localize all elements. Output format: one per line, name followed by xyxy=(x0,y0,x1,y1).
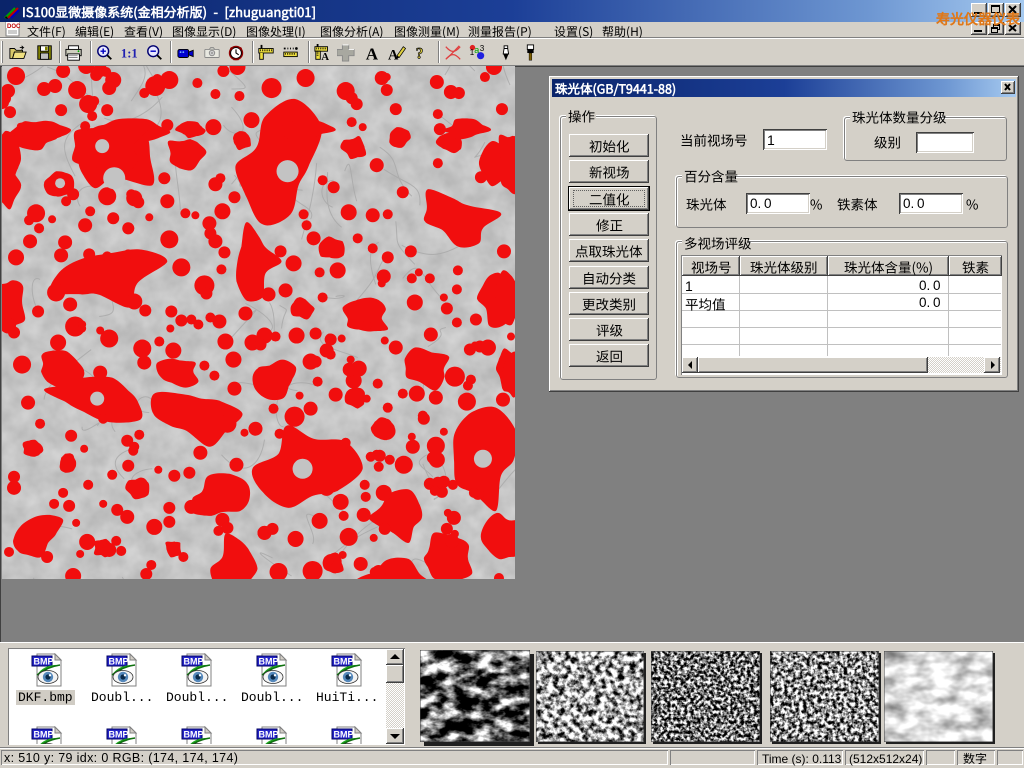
svg-text:BMP: BMP xyxy=(259,730,279,740)
svg-text:BMP: BMP xyxy=(334,657,354,667)
svg-text:BMP: BMP xyxy=(334,730,354,740)
svg-text:BMP: BMP xyxy=(34,730,54,740)
svg-text:BMP: BMP xyxy=(184,657,204,667)
svg-text:A: A xyxy=(366,44,379,62)
svg-text:DOC: DOC xyxy=(7,24,21,30)
svg-text:3: 3 xyxy=(480,44,485,53)
svg-text:?: ? xyxy=(416,45,424,62)
svg-text:BMP: BMP xyxy=(109,730,129,740)
svg-text:BMP: BMP xyxy=(259,657,279,667)
svg-text:1:1: 1:1 xyxy=(121,47,138,61)
svg-text:A: A xyxy=(321,51,329,62)
svg-text:BMP: BMP xyxy=(34,657,54,667)
svg-text:BMP: BMP xyxy=(109,657,129,667)
svg-text:BMP: BMP xyxy=(184,730,204,740)
